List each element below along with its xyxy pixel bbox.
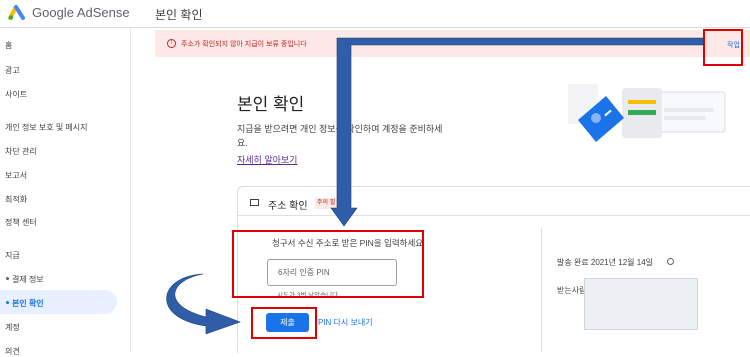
arrow-curve-to-submit <box>166 273 241 335</box>
arrow-action-to-pin <box>330 37 704 227</box>
annotation-arrows <box>166 37 704 335</box>
